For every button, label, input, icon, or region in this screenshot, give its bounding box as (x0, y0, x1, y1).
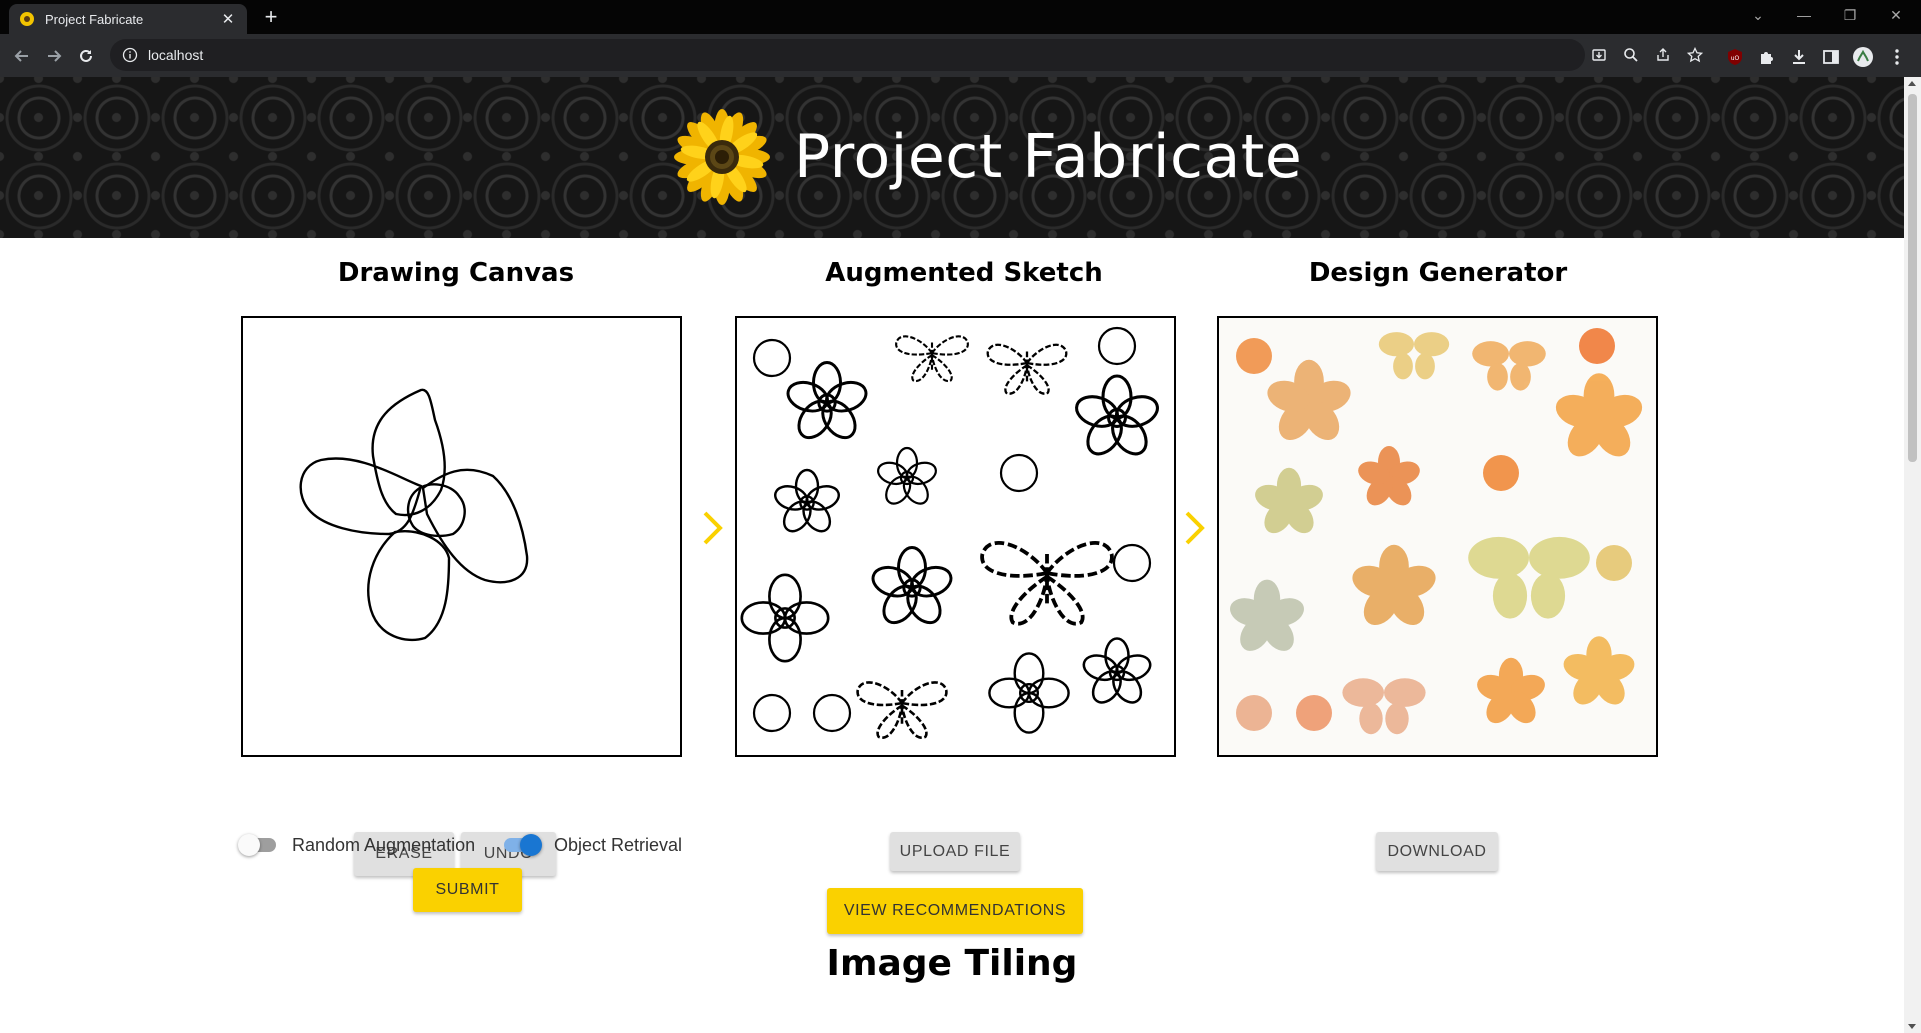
ublock-extension-icon[interactable]: uO (1724, 46, 1746, 68)
view-recommendations-button[interactable]: VIEW RECOMMENDATIONS (827, 888, 1083, 934)
back-icon[interactable] (8, 42, 36, 70)
site-info-icon[interactable] (122, 47, 138, 63)
scroll-down-icon[interactable] (1908, 1024, 1916, 1029)
restore-icon[interactable]: ❐ (1827, 0, 1873, 30)
upload-file-button[interactable]: UPLOAD FILE (890, 832, 1020, 871)
site-title: Project Fabricate (794, 122, 1303, 192)
drawing-canvas[interactable] (241, 316, 682, 757)
augmented-sketch-image (735, 316, 1176, 757)
augmented-sketch-drawing (740, 326, 1163, 740)
object-retrieval-toggle[interactable]: Object Retrieval (504, 830, 682, 860)
submit-button[interactable]: SUBMIT (413, 868, 522, 912)
new-tab-button[interactable]: + (258, 5, 284, 31)
bookmark-star-icon[interactable] (1686, 46, 1704, 64)
page-viewport: Project Fabricate Drawing Canvas Augment… (0, 77, 1904, 1033)
window-close-icon[interactable]: ✕ (1873, 0, 1919, 30)
drawing-canvas-title: Drawing Canvas (337, 258, 575, 288)
image-tiling-title: Image Tiling (826, 943, 1078, 984)
url-text: localhost (148, 47, 204, 63)
brand: Project Fabricate (672, 105, 1302, 209)
address-bar[interactable]: localhost (110, 39, 1703, 71)
random-augmentation-label: Random Augmentation (292, 834, 476, 855)
side-panel-icon[interactable] (1820, 46, 1842, 68)
profile-avatar[interactable] (1852, 46, 1874, 68)
extensions-puzzle-icon[interactable] (1756, 46, 1778, 68)
reload-icon[interactable] (72, 42, 100, 70)
scrollbar-thumb[interactable] (1908, 94, 1917, 462)
random-augmentation-toggle[interactable]: Random Augmentation (238, 830, 476, 860)
design-generator-title: Design Generator (1308, 258, 1568, 288)
random-augmentation-switch[interactable] (238, 834, 276, 856)
sunflower-favicon-icon (20, 12, 34, 26)
browser-toolbar: localhost uO (0, 34, 1921, 77)
chevron-right-icon (703, 511, 723, 545)
switch-knob (238, 834, 260, 856)
scroll-up-icon[interactable] (1908, 81, 1916, 86)
browser-tab[interactable]: Project Fabricate ✕ (9, 4, 247, 34)
svg-text:uO: uO (1731, 55, 1740, 62)
page-scrollbar[interactable] (1904, 77, 1921, 1033)
install-app-icon[interactable] (1590, 46, 1608, 64)
sketch-flower-drawing (299, 388, 529, 642)
object-retrieval-switch[interactable] (504, 834, 542, 856)
generated-design-image (1217, 316, 1658, 757)
generated-pattern (1219, 318, 1656, 755)
forward-icon[interactable] (40, 42, 68, 70)
tab-search-icon[interactable]: ⌄ (1735, 0, 1781, 30)
downloads-icon[interactable] (1788, 46, 1810, 68)
tab-title: Project Fabricate (45, 11, 144, 27)
header-banner: Project Fabricate (0, 77, 1904, 238)
browser-menu-icon[interactable] (1886, 46, 1908, 68)
browser-tab-strip: Project Fabricate ✕ + ⌄ — ❐ ✕ (0, 0, 1921, 34)
zoom-icon[interactable] (1622, 46, 1640, 64)
download-button[interactable]: DOWNLOAD (1376, 832, 1498, 871)
minimize-icon[interactable]: — (1781, 0, 1827, 30)
tab-close-icon[interactable]: ✕ (219, 10, 237, 28)
chevron-right-icon (1185, 511, 1205, 545)
object-retrieval-label: Object Retrieval (554, 834, 683, 855)
sunflower-logo-icon (674, 109, 770, 205)
switch-knob (520, 834, 542, 856)
augmented-sketch-title: Augmented Sketch (825, 258, 1103, 288)
share-icon[interactable] (1654, 46, 1672, 64)
